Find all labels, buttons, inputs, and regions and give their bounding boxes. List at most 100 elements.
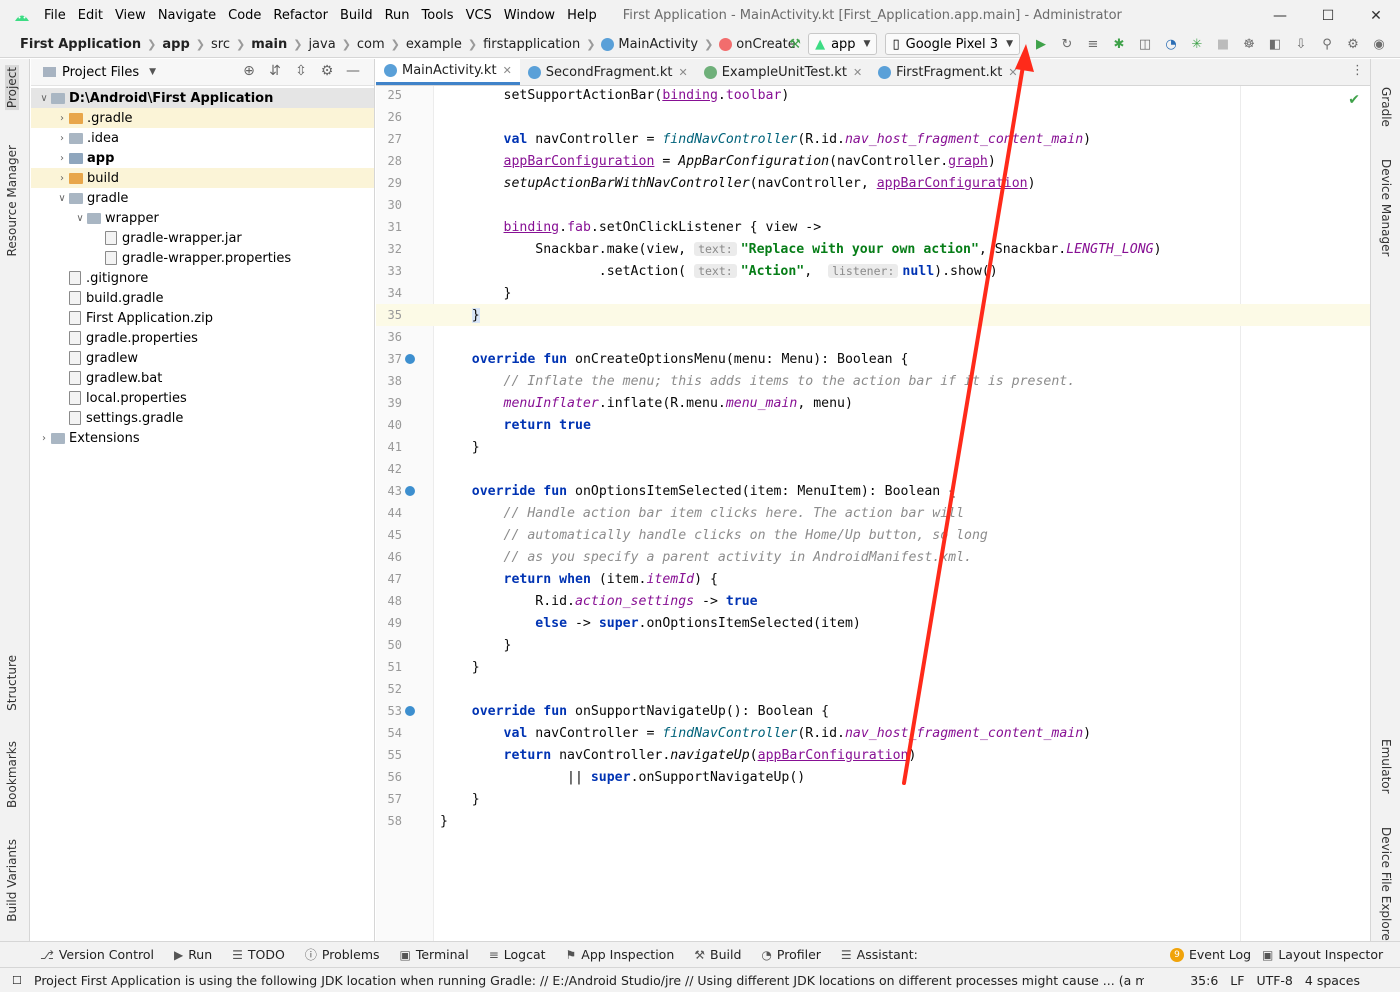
breadcrumb-item[interactable]: src: [211, 37, 230, 52]
chevron-right-icon[interactable]: ›: [37, 433, 51, 444]
close-icon[interactable]: ✕: [678, 66, 687, 79]
account-icon[interactable]: ◉: [1366, 33, 1392, 55]
stop-icon[interactable]: ■: [1210, 33, 1236, 55]
editor-tab[interactable]: SecondFragment.kt ✕: [520, 59, 696, 85]
menu-code[interactable]: Code: [228, 8, 261, 23]
chevron-down-icon[interactable]: ∨: [37, 93, 51, 104]
bottom-tab[interactable]: ⚑ App Inspection: [566, 947, 675, 962]
chevron-right-icon[interactable]: ›: [55, 133, 69, 144]
close-icon[interactable]: ✕: [1008, 66, 1017, 79]
breadcrumb-item[interactable]: First Application: [20, 37, 141, 52]
chevron-right-icon[interactable]: ›: [55, 153, 69, 164]
editor-tab[interactable]: FirstFragment.kt ✕: [870, 59, 1025, 85]
chevron-down-icon[interactable]: ▼: [149, 67, 156, 77]
breadcrumb-item[interactable]: example: [406, 37, 462, 52]
breadcrumb-item[interactable]: main: [251, 37, 287, 52]
breadcrumb-item[interactable]: MainActivity: [601, 37, 698, 52]
run-config-selector[interactable]: ▲ app ▼: [808, 33, 878, 55]
more-vertical-icon[interactable]: ⋮: [1351, 63, 1364, 78]
apply-code-changes-icon[interactable]: ≡: [1080, 33, 1106, 55]
search-icon[interactable]: ⚲: [1314, 33, 1340, 55]
maximize-button[interactable]: ☐: [1304, 0, 1352, 31]
menu-edit[interactable]: Edit: [78, 8, 103, 23]
tool-tab-structure[interactable]: Structure: [5, 655, 19, 711]
tree-item[interactable]: settings.gradle: [31, 408, 374, 428]
hammer-build-icon[interactable]: ⚒: [782, 33, 808, 55]
no-problems-check-icon[interactable]: ✔: [1348, 92, 1360, 108]
menu-tools[interactable]: Tools: [422, 8, 454, 23]
bottom-tab[interactable]: ☰ Assistant:: [841, 947, 918, 962]
tree-item[interactable]: gradlew.bat: [31, 368, 374, 388]
sdk-manager-icon[interactable]: ⇩: [1288, 33, 1314, 55]
event-log-tab[interactable]: 9 Event Log: [1170, 947, 1251, 962]
gear-icon[interactable]: ⚙: [314, 63, 340, 79]
override-marker-icon[interactable]: [405, 354, 415, 364]
tool-tab-emulator[interactable]: Emulator: [1379, 739, 1393, 794]
override-marker-icon[interactable]: [405, 486, 415, 496]
breadcrumb-item[interactable]: com: [357, 37, 385, 52]
tool-tab-device-manager[interactable]: Device Manager: [1379, 159, 1393, 256]
editor-tab[interactable]: MainActivity.kt ✕: [376, 58, 520, 85]
chevron-right-icon[interactable]: ›: [55, 173, 69, 184]
bottom-tab[interactable]: ⚒ Build: [694, 947, 741, 962]
indent-setting[interactable]: 4 spaces: [1305, 973, 1360, 988]
breadcrumb-item[interactable]: firstapplication: [483, 37, 580, 52]
menu-navigate[interactable]: Navigate: [158, 8, 216, 23]
tree-item[interactable]: local.properties: [31, 388, 374, 408]
coverage-icon[interactable]: ◫: [1132, 33, 1158, 55]
sync-gradle-icon[interactable]: ☸: [1236, 33, 1262, 55]
tool-tab-gradle[interactable]: Gradle: [1379, 87, 1393, 127]
debug-bug-icon[interactable]: ✱: [1106, 33, 1132, 55]
file-encoding[interactable]: UTF-8: [1256, 973, 1292, 988]
bottom-tab[interactable]: ⓘ Problems: [305, 946, 380, 963]
tree-item[interactable]: ∨ D:\Android\First Application: [31, 88, 374, 108]
bottom-tab[interactable]: ☰ TODO: [232, 947, 285, 962]
profile-icon[interactable]: ◔: [1158, 33, 1184, 55]
tree-item[interactable]: gradle.properties: [31, 328, 374, 348]
menu-run[interactable]: Run: [385, 8, 410, 23]
breadcrumb-item[interactable]: java: [308, 37, 335, 52]
menu-file[interactable]: File: [44, 8, 66, 23]
tree-item[interactable]: build.gradle: [31, 288, 374, 308]
tree-item[interactable]: › build: [31, 168, 374, 188]
hide-panel-icon[interactable]: —: [340, 63, 366, 79]
override-marker-icon[interactable]: [405, 706, 415, 716]
device-manager-icon[interactable]: ◧: [1262, 33, 1288, 55]
bottom-tab[interactable]: ▶ Run: [174, 947, 212, 962]
bottom-tab[interactable]: ▣ Terminal: [400, 947, 469, 962]
breadcrumb-item[interactable]: app: [162, 37, 189, 52]
menu-build[interactable]: Build: [340, 8, 373, 23]
editor-tab[interactable]: ExampleUnitTest.kt ✕: [696, 59, 870, 85]
tool-tab-resource-manager[interactable]: Resource Manager: [5, 145, 19, 256]
locate-icon[interactable]: ⊕: [236, 63, 262, 79]
tree-item[interactable]: .gitignore: [31, 268, 374, 288]
menu-view[interactable]: View: [115, 8, 146, 23]
tree-item[interactable]: › app: [31, 148, 374, 168]
minimize-button[interactable]: —: [1256, 0, 1304, 31]
close-icon[interactable]: ✕: [853, 66, 862, 79]
bottom-tab[interactable]: ≡ Logcat: [489, 947, 546, 962]
tree-item[interactable]: ∨ gradle: [31, 188, 374, 208]
tree-item[interactable]: First Application.zip: [31, 308, 374, 328]
chevron-right-icon[interactable]: ›: [55, 113, 69, 124]
expand-all-icon[interactable]: ⇵: [262, 63, 288, 79]
caret-position[interactable]: 35:6: [1190, 973, 1218, 988]
tree-item[interactable]: gradle-wrapper.properties: [31, 248, 374, 268]
chevron-down-icon[interactable]: ∨: [73, 213, 87, 224]
tool-tab-bookmarks[interactable]: Bookmarks: [5, 741, 19, 808]
tree-item[interactable]: › .gradle: [31, 108, 374, 128]
menu-vcs[interactable]: VCS: [466, 8, 492, 23]
tool-tab-build-variants[interactable]: Build Variants: [5, 839, 19, 922]
close-window-button[interactable]: ✕: [1352, 0, 1400, 31]
tool-tab-project[interactable]: Project: [5, 65, 19, 111]
layout-inspector-tab[interactable]: ▣ Layout Inspector: [1262, 947, 1383, 962]
device-selector[interactable]: ▯ Google Pixel 3 ▼: [885, 33, 1020, 55]
bottom-tab[interactable]: ◔ Profiler: [761, 947, 821, 962]
bottom-tab[interactable]: ⎇ Version Control: [40, 947, 154, 962]
menu-window[interactable]: Window: [504, 8, 555, 23]
line-separator[interactable]: LF: [1230, 973, 1244, 988]
tree-item[interactable]: gradlew: [31, 348, 374, 368]
tool-tab-device-file-explorer[interactable]: Device File Explorer: [1379, 827, 1393, 946]
run-play-icon[interactable]: ▶: [1028, 33, 1054, 55]
code-editor[interactable]: 25 setSupportActionBar(binding.toolbar) 2…: [376, 86, 1370, 941]
